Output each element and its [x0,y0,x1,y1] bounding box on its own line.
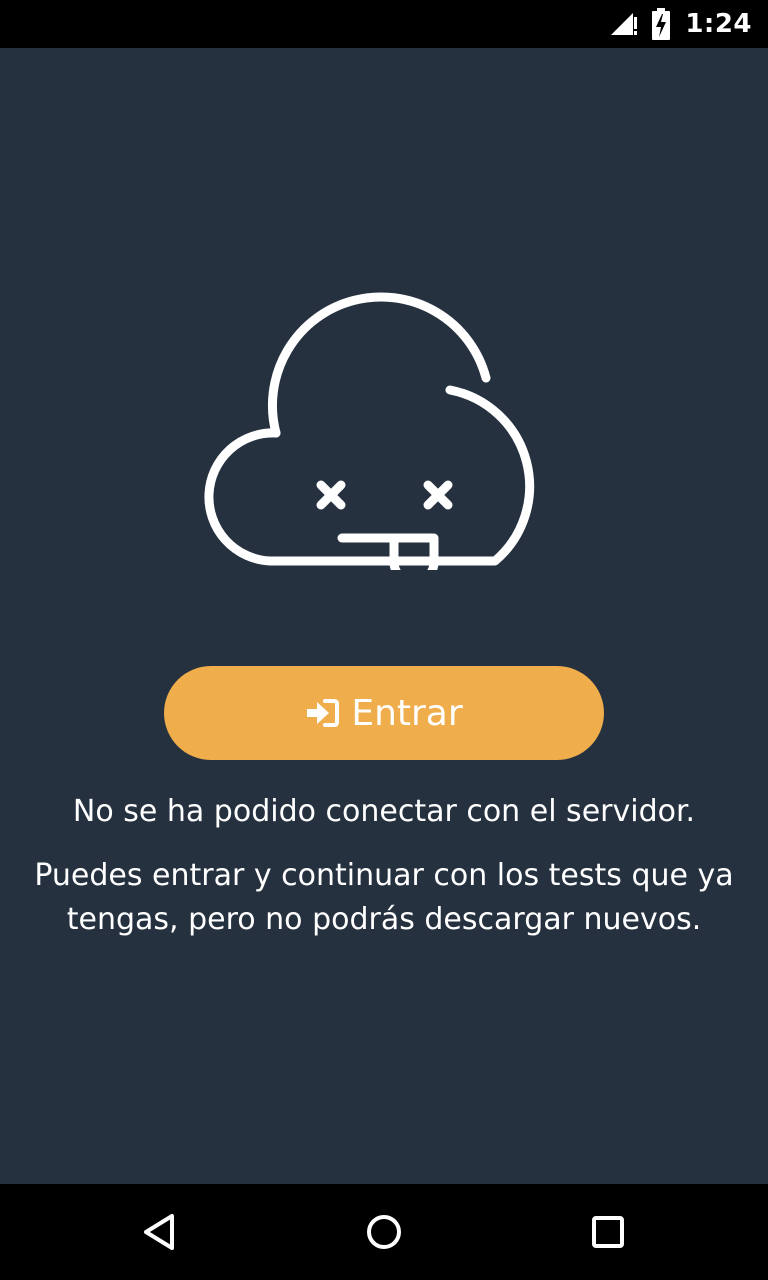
home-icon[interactable] [360,1208,408,1256]
sign-in-icon [307,699,340,727]
back-icon[interactable] [136,1208,184,1256]
offline-info-message: Puedes entrar y continuar con los tests … [34,858,734,937]
status-time: 1:24 [685,9,752,39]
status-icons: 1:24 [609,0,752,48]
app-screen: 1:24 Entrar No se ha podido conectar con… [0,0,768,1280]
battery-charging-icon [652,8,671,40]
enter-button[interactable]: Entrar [164,666,604,760]
connection-error-message: No se ha podido conectar con el servidor… [72,794,696,829]
signal-icon [611,13,638,35]
navigation-bar [0,1184,768,1280]
offline-content: Entrar No se ha podido conectar con el s… [0,48,768,1184]
sad-cloud-icon [204,292,535,570]
enter-button-label: Entrar [351,692,463,734]
status-bar: 1:24 [0,0,768,48]
recents-icon[interactable] [584,1208,632,1256]
